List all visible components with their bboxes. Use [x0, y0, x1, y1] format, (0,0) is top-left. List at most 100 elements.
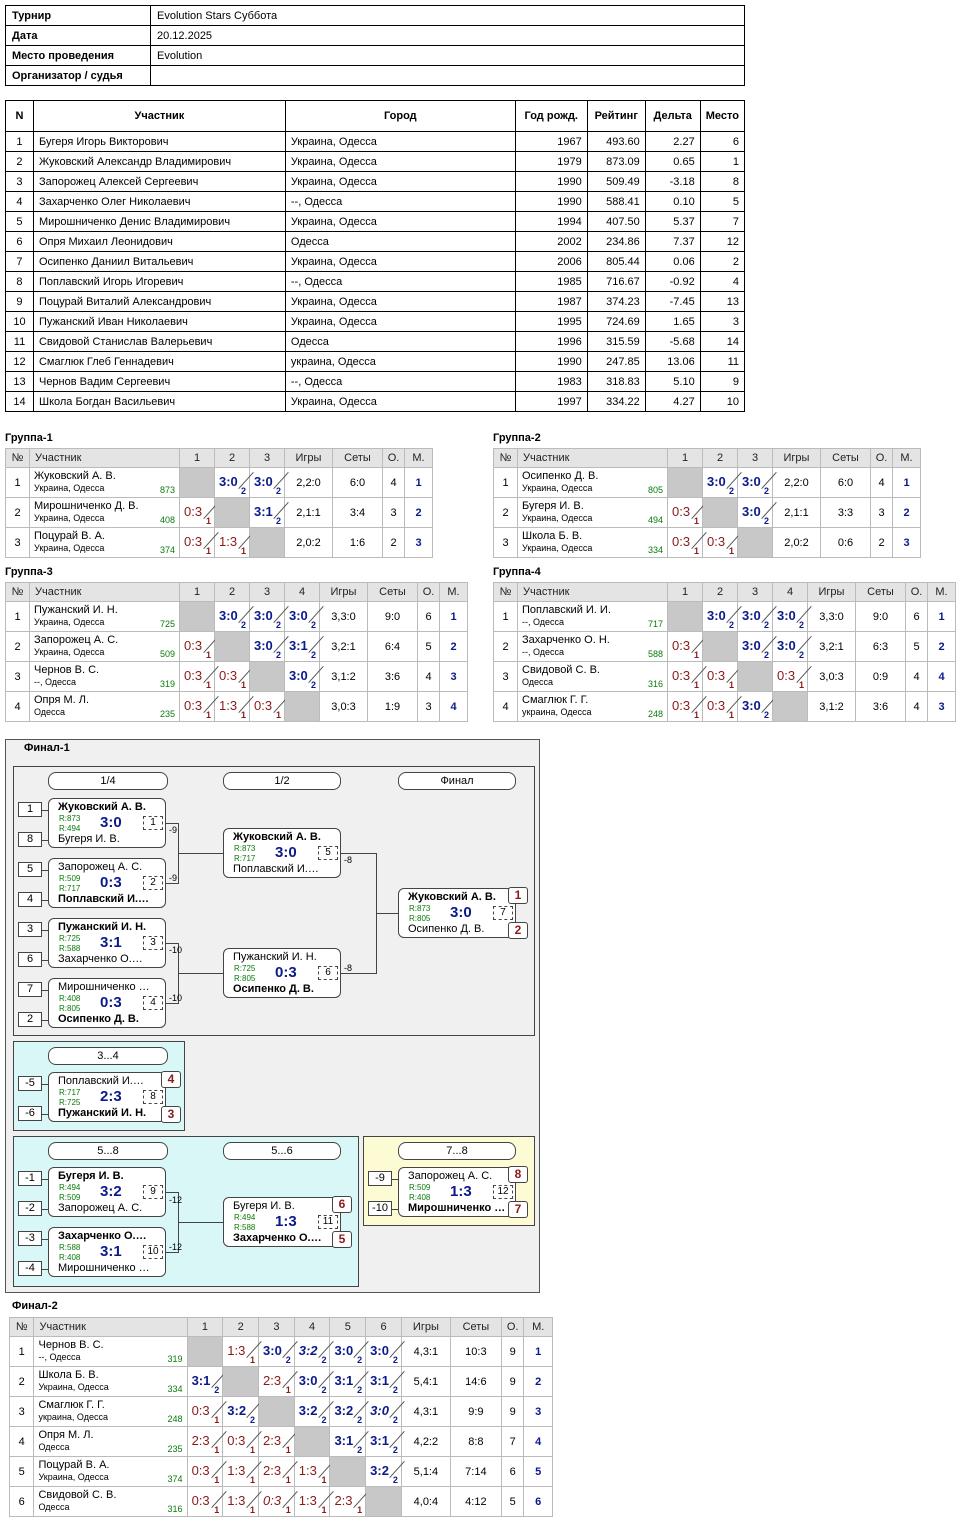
participant-rating: 408 — [159, 515, 175, 525]
bracket-match: Жуковский А. В. R:873 R:717 3:0 5 Поплавский … — [223, 828, 341, 878]
result-cell: 3:0 2 — [737, 497, 777, 528]
row-number: 3 — [493, 661, 518, 692]
participant-name: Поплавский И. И. — [522, 604, 611, 616]
players-cell: 315.59 — [586, 331, 646, 352]
match-score: 3:2 — [227, 1403, 247, 1418]
bracket-line — [341, 973, 376, 974]
participant-cell: Смаглюк Г. Г. украина, Одесса 248 — [517, 691, 668, 722]
result: 0:3 1 — [259, 1487, 298, 1516]
result-cell: 0:3 1 — [179, 691, 219, 722]
players-cell: 4.27 — [644, 391, 701, 412]
match-score: 3:1 — [334, 1373, 354, 1388]
participant-rating: 509 — [159, 649, 175, 659]
grid-header-pts: О. — [500, 1317, 525, 1337]
participant-name: Поцурай В. А. — [38, 1459, 110, 1471]
match-score: 3:0 — [289, 668, 308, 683]
result-cell: 0:3 1 — [702, 691, 742, 722]
result-cell: 3:1 2 — [329, 1426, 370, 1457]
players-cell: 805.44 — [586, 251, 646, 272]
seed-box: 6 — [18, 952, 42, 967]
match-points: 1 — [693, 516, 699, 526]
match-points: 2 — [763, 710, 769, 720]
match-score: 0:3 — [672, 638, 691, 653]
result-cell: 0:3 1 — [186, 1456, 227, 1487]
blank-cell — [667, 467, 703, 498]
table-row: 3 Смаглюк Г. Г. украина, Одесса 248 0:3 1 3:2 2… — [8, 1396, 553, 1427]
result-cell: 3:2 2 — [365, 1456, 405, 1487]
participant-name: Смаглюк Г. Г. — [38, 1399, 105, 1411]
rating-a: R:494 — [234, 1213, 256, 1222]
table-row: 4 Опря М. Л. Одесса 235 0:3 1 1:3 1 0:3 1 3,0:3 1:9… — [5, 691, 468, 722]
match-score: 0:3 — [191, 1493, 210, 1508]
match-score: 1:3 — [298, 1493, 317, 1508]
players-cell: Украина, Одесса — [284, 151, 516, 172]
result-cell: 3:0 2 — [737, 467, 777, 498]
participant-rating: 316 — [647, 679, 663, 689]
match-score: 3:0 — [334, 1343, 354, 1358]
match-points: 1 — [285, 1445, 291, 1455]
bracket-match: Жуковский А. В. R:873 R:494 3:0 1 Бугеря И. В… — [48, 798, 166, 848]
place-cell: 4 — [927, 661, 956, 692]
participant-city: --, Одесса — [522, 647, 565, 657]
rating-a: R:873 — [59, 814, 81, 823]
players-cell: Бугеря Игорь Викторович — [32, 131, 286, 152]
rating-a: R:725 — [234, 964, 256, 973]
players-cell: 13 — [5, 371, 34, 392]
grid-header-name: Участник — [29, 448, 180, 468]
match-score: 0:3 — [184, 668, 203, 683]
participant-city: Украина, Одесса — [34, 543, 105, 553]
players-cell: 14 — [699, 331, 746, 352]
players-cell: 13.06 — [644, 351, 701, 372]
participant-cell: Пужанский И. Н. Украина, Одесса 725 — [29, 601, 180, 632]
games-cell: 2,2:0 — [772, 467, 821, 498]
result: 3:0 2 — [738, 692, 777, 721]
grid-header-games: Игры — [319, 582, 368, 602]
players-cell: 873.09 — [586, 151, 646, 172]
match-points: 1 — [357, 1505, 363, 1515]
bracket-match: Бугеря И. В. R:494 R:588 1:3 11 Захарченко О.… — [223, 1197, 341, 1247]
result: 3:0 2 — [366, 1397, 405, 1426]
result: 2:3 1 — [330, 1487, 370, 1516]
stage-label: 1/2 — [223, 772, 341, 790]
match-points: 2 — [798, 650, 804, 660]
sets-cell: 4:12 — [449, 1486, 502, 1517]
match-score: 3:0 — [777, 608, 796, 623]
sets-cell: 8:8 — [449, 1426, 502, 1457]
result: 0:3 1 — [703, 528, 742, 557]
result: 0:3 1 — [188, 1487, 227, 1516]
players-cell: 318.83 — [586, 371, 646, 392]
bracket-match: Запорожец А. С. R:509 R:717 0:3 2 Поплавский … — [48, 858, 166, 908]
table-row: 6 Свидовой С. В. Одесса 316 0:3 1 1:3 1 0:3 1 1:3 1… — [8, 1486, 553, 1517]
player-b: Поплавский И.… — [58, 893, 150, 905]
result: 0:3 1 — [223, 1427, 263, 1456]
result: 3:0 2 — [259, 1337, 298, 1366]
players-cell: --, Одесса — [284, 271, 516, 292]
sets-cell: 6:0 — [332, 467, 383, 498]
participant-name: Осипенко Д. В. — [522, 470, 599, 482]
games-cell: 4,2:2 — [400, 1426, 451, 1457]
bracket-line — [42, 990, 48, 991]
participant-city: Одесса — [34, 707, 66, 717]
match-points: 1 — [205, 516, 211, 526]
bracket-line — [42, 840, 48, 841]
grid-header-col: 1 — [186, 1317, 224, 1337]
grid-header-col: 2 — [702, 448, 738, 468]
match-points: 2 — [321, 1355, 327, 1365]
match-score: 3:1 — [254, 504, 273, 519]
players-cell: 4 — [5, 191, 34, 212]
grid-header-row: № Участник 1 2 3 Игры Сеты О. М. — [5, 448, 433, 468]
result: 0:3 1 — [703, 692, 742, 721]
rating-b: R:717 — [59, 884, 81, 893]
match-points: 2 — [310, 650, 316, 660]
participant-cell: Школа Б. В. Украина, Одесса 334 — [33, 1366, 188, 1397]
result-cell: 3:0 2 — [365, 1396, 405, 1427]
players-cell: 234.86 — [586, 231, 646, 252]
loser-label: -12 — [169, 1195, 183, 1205]
points-cell: 9 — [500, 1336, 525, 1367]
sets-cell: 6:3 — [855, 631, 906, 662]
players-header-cell: Дельта — [644, 100, 701, 132]
loser-label: -8 — [344, 855, 353, 865]
match-points: 2 — [310, 680, 316, 690]
blank-cell — [737, 527, 773, 558]
blank-cell — [667, 601, 703, 632]
